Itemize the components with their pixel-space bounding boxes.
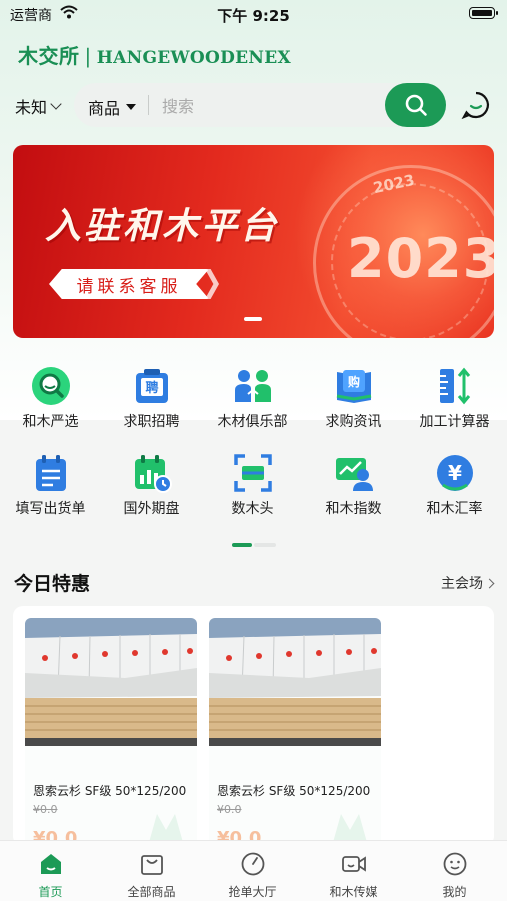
bag-icon — [141, 855, 163, 875]
promo-banner[interactable]: 2023 2023 入驻和木平台 请联系客服 — [13, 145, 494, 338]
feature-purchase-info[interactable]: 购 求购资讯 — [303, 362, 404, 440]
product-image — [25, 618, 197, 746]
feature-wood-club[interactable]: 木材俱乐部 — [202, 362, 303, 440]
search-category-dropdown[interactable]: 商品 — [88, 95, 137, 119]
feature-hemu-select[interactable]: 和木严选 — [0, 362, 101, 440]
book-icon: 购 — [336, 370, 372, 403]
feature-label: 加工计算器 — [419, 414, 490, 430]
feature-label: 填写出货单 — [15, 501, 86, 517]
page-dot — [254, 543, 276, 547]
banner-page-indicator — [244, 317, 262, 321]
search-button[interactable] — [385, 83, 446, 127]
deal-name: 恩索云杉 SF级 50*125/200 — [217, 784, 371, 798]
people-icon — [235, 370, 271, 402]
deals-panel: 恩索云杉 SF级 50*125/200 ¥0.0 ¥0.0 恩索云杉 SF级 5… — [13, 606, 494, 846]
briefcase-icon: 聘 — [136, 369, 168, 403]
feature-label: 数木头 — [231, 501, 274, 517]
brand-name-cn: 木交所 — [18, 44, 80, 68]
caret-down-icon — [126, 104, 137, 110]
feature-count-logs[interactable]: 数木头 — [202, 449, 303, 527]
feature-label: 求购资讯 — [325, 414, 382, 430]
clipboard-icon — [36, 455, 66, 491]
video-icon — [342, 856, 366, 872]
brand-logo: 木交所 | HANGEWOODENEX — [18, 40, 291, 69]
tab-label: 全部商品 — [127, 885, 176, 899]
ruler-icon — [440, 367, 471, 405]
feature-hemu-exchange-rate[interactable]: ¥ 和木汇率 — [404, 449, 505, 527]
search-divider — [148, 95, 149, 115]
badge-text: 聘 — [145, 380, 158, 396]
brand-separator: | — [84, 44, 92, 68]
product-image — [209, 618, 381, 746]
deal-original-price: ¥0.0 — [217, 803, 242, 816]
clock: 下午 9:25 — [217, 7, 290, 25]
feature-page-indicator — [232, 543, 276, 547]
feature-label: 国外期盘 — [123, 501, 180, 517]
page-dot-active — [232, 543, 252, 547]
feature-label: 和木严选 — [22, 414, 79, 430]
arrow-right-icon — [205, 269, 219, 299]
tab-all-products[interactable]: 全部商品 — [101, 841, 202, 901]
tab-profile[interactable]: 我的 — [404, 841, 505, 901]
feature-foreign-futures[interactable]: 国外期盘 — [101, 449, 202, 527]
feature-shipping-form[interactable]: 填写出货单 — [0, 449, 101, 527]
yuan-icon: ¥ — [437, 455, 473, 491]
badge-text: 购 — [348, 374, 360, 389]
message-icon[interactable] — [461, 90, 491, 120]
bottom-tab-bar: 首页 全部商品 抢单大厅 和木传媒 我的 — [0, 840, 507, 901]
search-input[interactable] — [160, 91, 384, 121]
battery-icon — [469, 7, 498, 19]
status-bar: 运营商 下午 9:25 — [0, 0, 507, 30]
tab-label: 我的 — [442, 885, 467, 899]
tab-hemu-media[interactable]: 和木传媒 — [303, 841, 404, 901]
scan-icon — [234, 454, 272, 492]
calendar-icon — [135, 455, 172, 493]
feature-label: 和木指数 — [325, 501, 382, 517]
chevron-right-icon — [484, 578, 495, 588]
deal-original-price: ¥0.0 — [33, 803, 58, 816]
badge-text: ¥ — [448, 461, 462, 485]
face-icon — [443, 852, 467, 876]
chevron-down-icon — [50, 98, 62, 110]
feature-label: 和木汇率 — [426, 501, 483, 517]
home-icon — [41, 854, 61, 874]
tab-label: 抢单大厅 — [228, 885, 277, 899]
deal-name: 恩索云杉 SF级 50*125/200 — [33, 784, 187, 798]
banner-title: 入驻和木平台 — [45, 206, 280, 247]
chart-person-icon — [336, 458, 373, 491]
feature-recruitment[interactable]: 聘 求职招聘 — [101, 362, 202, 440]
magnifier-icon — [32, 367, 70, 405]
feature-label: 木材俱乐部 — [217, 414, 288, 430]
deals-more-link[interactable]: 主会场 — [441, 573, 495, 593]
search-category-label: 商品 — [88, 99, 121, 118]
location-selector[interactable]: 未知 — [15, 94, 62, 118]
deals-more-label: 主会场 — [441, 576, 483, 592]
tab-order-hall[interactable]: 抢单大厅 — [202, 841, 303, 901]
deal-card[interactable]: 恩索云杉 SF级 50*125/200 ¥0.0 ¥0.0 — [209, 618, 381, 846]
tab-label: 和木传媒 — [329, 885, 378, 899]
feature-hemu-index[interactable]: 和木指数 — [303, 449, 404, 527]
feature-processing-calculator[interactable]: 加工计算器 — [404, 362, 505, 440]
contact-service-label: 请联系客服 — [76, 276, 182, 297]
tab-label: 首页 — [38, 885, 63, 899]
search-bar: 商品 — [74, 83, 446, 127]
search-icon — [405, 94, 427, 116]
brand-name-en: HANGEWOODENEX — [96, 48, 292, 68]
location-label: 未知 — [15, 98, 48, 117]
deals-title: 今日特惠 — [14, 573, 91, 595]
tab-home[interactable]: 首页 — [0, 841, 101, 901]
feature-label: 求职招聘 — [123, 414, 180, 430]
deal-card[interactable]: 恩索云杉 SF级 50*125/200 ¥0.0 ¥0.0 — [25, 618, 197, 846]
gauge-icon — [241, 852, 265, 876]
banner-year: 2023 — [347, 227, 494, 290]
contact-service-button[interactable]: 请联系客服 — [49, 269, 209, 299]
